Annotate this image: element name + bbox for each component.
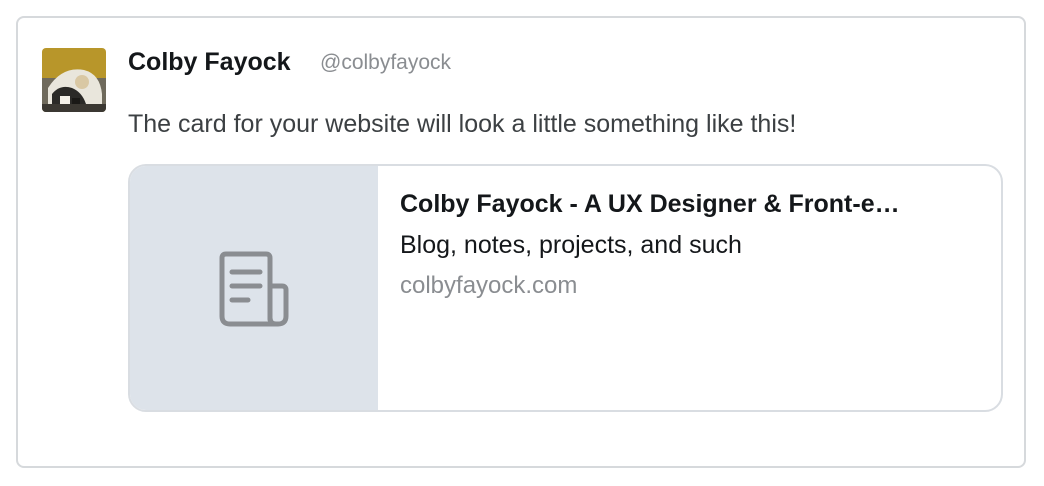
link-preview-card[interactable]: Colby Fayock - A UX Designer & Front-e… … bbox=[128, 164, 1003, 412]
card-thumbnail bbox=[130, 166, 378, 410]
avatar[interactable] bbox=[42, 48, 106, 112]
card-domain[interactable]: colbyfayock.com bbox=[400, 272, 980, 300]
card-body: Colby Fayock - A UX Designer & Front-e… … bbox=[400, 190, 980, 300]
author-name[interactable]: Colby Fayock bbox=[128, 48, 291, 77]
tweet-text: The card for your website will look a li… bbox=[128, 110, 797, 138]
card-description: Blog, notes, projects, and such bbox=[400, 231, 742, 259]
tweet-container: Colby Fayock @colbyfayock The card for y… bbox=[16, 16, 1026, 468]
document-icon bbox=[219, 251, 289, 327]
author-handle[interactable]: @colbyfayock bbox=[320, 51, 451, 75]
card-title[interactable]: Colby Fayock - A UX Designer & Front-e… bbox=[400, 190, 968, 219]
